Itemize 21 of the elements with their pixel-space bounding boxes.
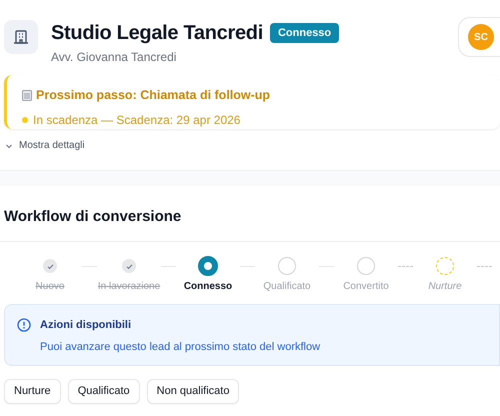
info-title: Azioni disponibili <box>40 318 132 333</box>
action-button[interactable]: Qualificato <box>68 379 140 404</box>
building-icon <box>4 20 38 54</box>
step-label: Qualificato <box>263 280 311 294</box>
company-title: Studio Legale Tancredi <box>51 21 263 46</box>
details-toggle[interactable]: Mostra dettagli <box>5 138 85 153</box>
due-date-text: In scadenza — Scadenza: 29 apr 2026 <box>33 112 240 129</box>
section-title: Workflow di conversione <box>4 207 182 227</box>
status-badge: Connesso <box>270 22 340 44</box>
step-label: Nuovo <box>36 280 64 294</box>
action-button[interactable]: Nurture <box>4 379 61 404</box>
step-label: Connesso <box>184 280 232 294</box>
next-step-title: Prossimo passo: Chiamata di follow-up <box>36 87 270 104</box>
info-message: Puoi avanzare questo lead al prossimo stato del workflow <box>40 340 320 354</box>
step-label: In lavorazione <box>98 280 160 294</box>
notepad-icon <box>22 90 32 101</box>
info-icon <box>17 318 31 332</box>
contact-name: Avv. Giovanna Tancredi <box>51 49 178 66</box>
action-button[interactable]: Non qualificato <box>146 379 240 404</box>
step-label: Nurture <box>428 280 462 294</box>
step-label: Convertito <box>343 280 389 294</box>
